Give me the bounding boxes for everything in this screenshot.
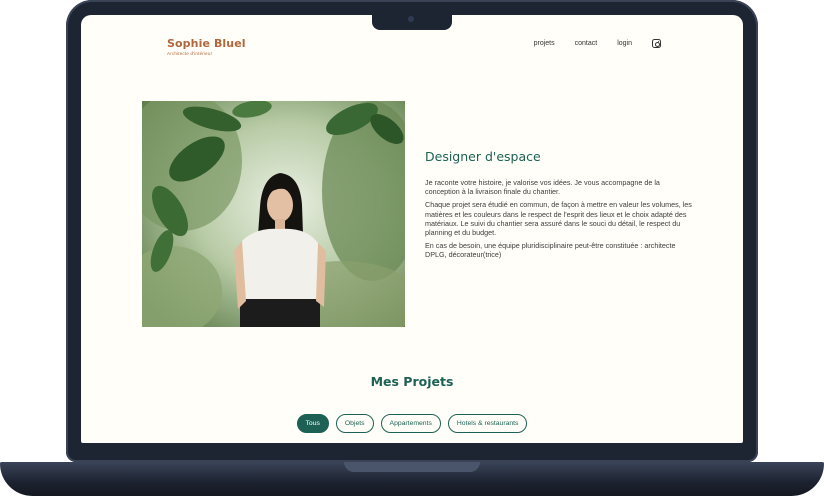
nav-link-login[interactable]: login xyxy=(617,40,632,47)
laptop-base-groove xyxy=(344,462,480,472)
brand-name: Sophie Bluel xyxy=(167,37,246,50)
filter-objets[interactable]: Objets xyxy=(335,414,374,433)
intro-paragraph-3: En cas de besoin, une équipe pluridiscip… xyxy=(425,241,676,260)
intro-section: Designer d'espace Je raconte votre histo… xyxy=(425,149,695,264)
nav-link-contact[interactable]: contact xyxy=(575,40,598,47)
camera-icon xyxy=(408,16,414,22)
intro-title: Designer d'espace xyxy=(425,149,541,164)
intro-paragraph-1: Je raconte votre histoire, je valorise v… xyxy=(425,178,660,197)
main-nav: projets contact login xyxy=(534,39,661,48)
nav-link-projets[interactable]: projets xyxy=(534,40,555,47)
filter-appartements[interactable]: Appartements xyxy=(380,414,441,433)
projects-title: Mes Projets xyxy=(370,374,454,389)
brand[interactable]: Sophie Bluel Architecte d'intérieur xyxy=(167,37,246,56)
project-filters: Tous Objets Appartements Hotels & restau… xyxy=(81,414,743,433)
instagram-icon[interactable] xyxy=(652,39,661,48)
filter-tous[interactable]: Tous xyxy=(296,414,329,433)
brand-subtitle: Architecte d'intérieur xyxy=(167,51,213,56)
screen: Sophie Bluel Architecte d'intérieur proj… xyxy=(81,15,743,443)
profile-photo xyxy=(142,101,405,327)
filter-hotels-restaurants[interactable]: Hotels & restaurants xyxy=(447,414,528,433)
intro-paragraph-2: Chaque projet sera étudié en commun, de … xyxy=(425,200,692,238)
